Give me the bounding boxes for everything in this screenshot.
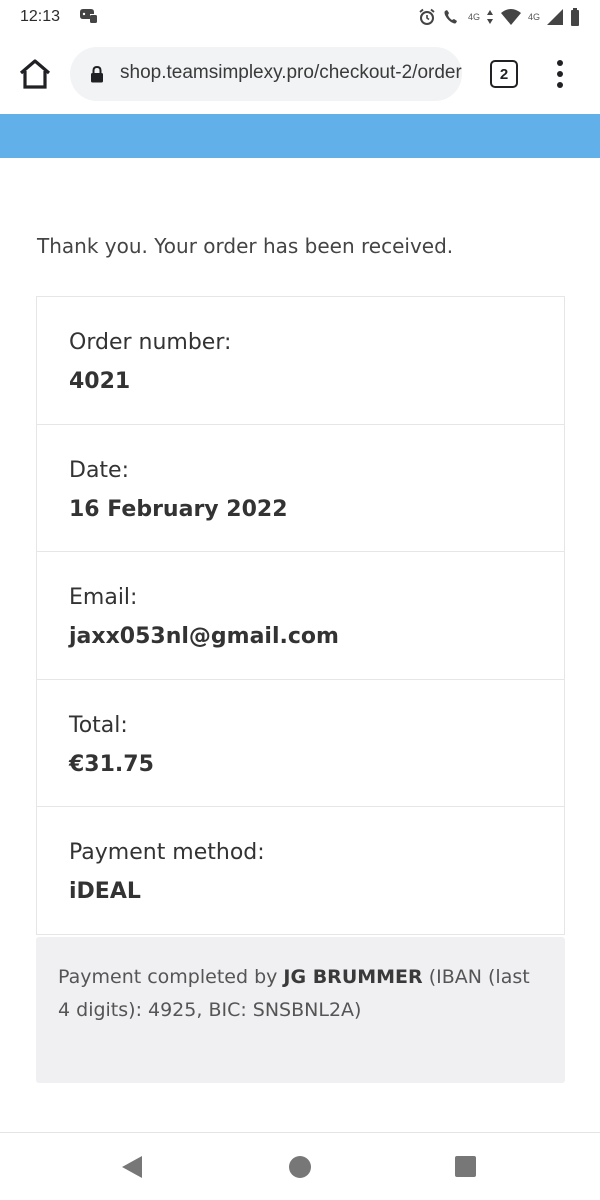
order-received-message: Thank you. Your order has been received.: [37, 234, 454, 258]
order-email-value: jaxx053nl@gmail.com: [69, 624, 339, 649]
order-total-label: Total:: [69, 712, 128, 738]
site-header: [0, 114, 600, 158]
tab-switcher-button[interactable]: 2: [490, 60, 518, 88]
order-overview: Order number: 4021 Date: 16 February 202…: [36, 296, 565, 935]
order-email-row: Email: jaxx053nl@gmail.com: [37, 552, 564, 680]
payment-method-label: Payment method:: [69, 840, 265, 865]
order-number-value: 4021: [69, 369, 131, 394]
signal-icon: [547, 9, 563, 25]
order-number-label: Order number:: [69, 330, 232, 355]
order-payment-method-row: Payment method: iDEAL: [37, 807, 564, 935]
wifi-icon: [500, 9, 521, 25]
order-date-value: 16 February 2022: [69, 496, 288, 522]
payment-note-prefix: Payment completed by: [58, 966, 284, 988]
wifi-calling-icon: [444, 10, 457, 24]
payment-confirmation-note: Payment completed by JG BRUMMER (IBAN (l…: [36, 937, 565, 1083]
menu-dots-icon[interactable]: [552, 58, 568, 90]
data-arrows-icon: [486, 10, 493, 24]
system-nav-bar: [0, 1132, 600, 1200]
tab-count: 2: [499, 65, 509, 83]
recents-icon[interactable]: [455, 1156, 476, 1177]
order-total-value: €31.75: [69, 751, 154, 777]
payment-method-value: iDEAL: [69, 879, 141, 904]
battery-icon: [571, 8, 579, 26]
browser-toolbar: shop.teamsimplexy.pro/checkout-2/order-r…: [0, 36, 600, 114]
order-email-label: Email:: [69, 585, 138, 610]
back-icon[interactable]: [121, 1155, 143, 1179]
payer-name: JG BRUMMER: [283, 966, 423, 988]
order-date-row: Date: 16 February 2022: [37, 425, 564, 552]
network-type-small: 4G: [467, 12, 480, 22]
status-icons: 4G 4G: [418, 6, 580, 28]
order-number-row: Order number: 4021: [37, 297, 564, 425]
status-bar: 12:13 4G 4G: [0, 0, 600, 36]
home-icon[interactable]: [18, 58, 52, 90]
lock-icon: [91, 65, 103, 83]
alarm-icon: [419, 8, 435, 25]
home-circle-icon[interactable]: [289, 1156, 311, 1178]
order-total-row: Total: €31.75: [37, 680, 564, 807]
url-text: shop.teamsimplexy.pro/checkout-2/order-r…: [120, 62, 462, 83]
order-date-label: Date:: [69, 457, 129, 483]
network-type: 4G: [527, 12, 540, 22]
address-bar[interactable]: shop.teamsimplexy.pro/checkout-2/order-r…: [70, 47, 462, 101]
status-time: 12:13: [20, 8, 61, 25]
game-controller-icon: [80, 9, 97, 23]
